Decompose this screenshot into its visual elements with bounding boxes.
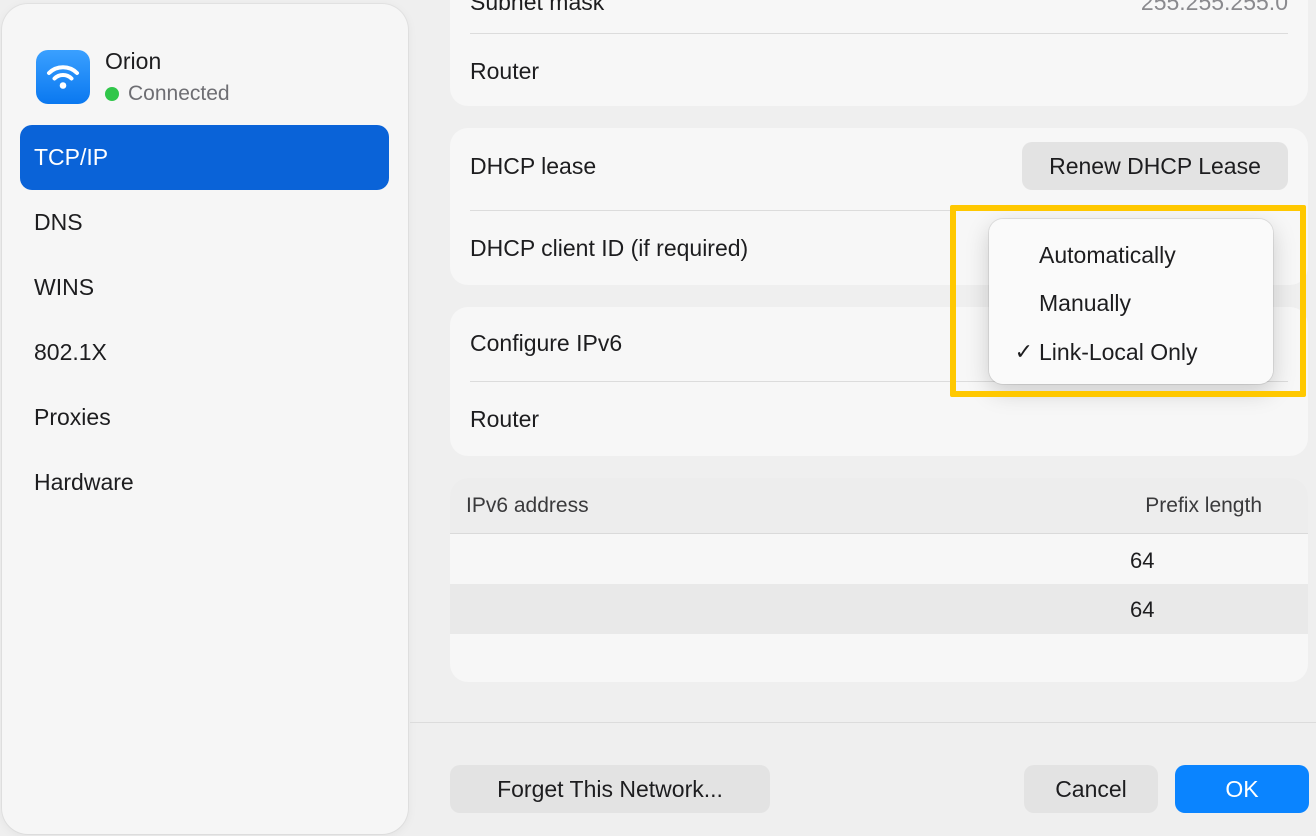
router-row: Router	[470, 41, 1288, 101]
ok-button[interactable]: OK	[1175, 765, 1309, 813]
dhcp-lease-label: DHCP lease	[470, 152, 597, 179]
network-settings-window: Orion Connected TCP/IP DNS WINS 802.1X P…	[0, 0, 1316, 836]
table-row[interactable]: 64	[450, 535, 1308, 585]
sidebar-item-wins[interactable]: WINS	[20, 255, 389, 320]
network-name: Orion	[105, 48, 162, 74]
sidebar-item-hardware[interactable]: Hardware	[20, 450, 389, 515]
network-status-label: Connected	[128, 82, 230, 105]
network-status: Connected	[105, 82, 230, 106]
sidebar-item-8021x[interactable]: 802.1X	[20, 320, 389, 385]
subnet-mask-label: Subnet mask	[470, 0, 605, 15]
highlight-box	[950, 205, 1306, 397]
router-label: Router	[470, 57, 540, 84]
table-cell-prefix: 64	[1130, 548, 1155, 573]
table-header: IPv6 address Prefix length	[450, 478, 1308, 534]
sidebar-item-dns[interactable]: DNS	[20, 190, 389, 255]
footer-divider	[410, 722, 1316, 723]
table-cell-prefix: 64	[1130, 597, 1155, 622]
wifi-icon	[36, 50, 90, 104]
subnet-mask-row: Subnet mask 255.255.255.0	[470, 0, 1288, 32]
status-dot-icon	[105, 87, 119, 101]
sidebar-list: TCP/IP DNS WINS 802.1X Proxies Hardware	[20, 125, 389, 515]
cancel-button[interactable]: Cancel	[1024, 765, 1158, 813]
ipv6-router-row: Router	[470, 389, 1288, 449]
sidebar: Orion Connected TCP/IP DNS WINS 802.1X P…	[2, 4, 408, 834]
dhcp-lease-row: DHCP lease Renew DHCP Lease	[470, 136, 1288, 196]
divider	[470, 33, 1288, 34]
ipv6-address-table: IPv6 address Prefix length 64 64	[450, 478, 1308, 682]
network-header: Orion Connected	[36, 48, 376, 106]
column-header-ipv6-address[interactable]: IPv6 address	[466, 494, 589, 518]
column-header-prefix-length[interactable]: Prefix length	[1145, 494, 1262, 518]
table-row[interactable]: 64	[450, 584, 1308, 634]
forget-network-button[interactable]: Forget This Network...	[450, 765, 770, 813]
ipv6-router-label: Router	[470, 405, 540, 432]
sidebar-item-proxies[interactable]: Proxies	[20, 385, 389, 450]
renew-dhcp-lease-button[interactable]: Renew DHCP Lease	[1022, 142, 1288, 190]
sidebar-item-tcpip[interactable]: TCP/IP	[20, 125, 389, 190]
ipv4-group: Subnet mask 255.255.255.0 Router	[450, 0, 1308, 106]
subnet-mask-value: 255.255.255.0	[1140, 0, 1288, 15]
